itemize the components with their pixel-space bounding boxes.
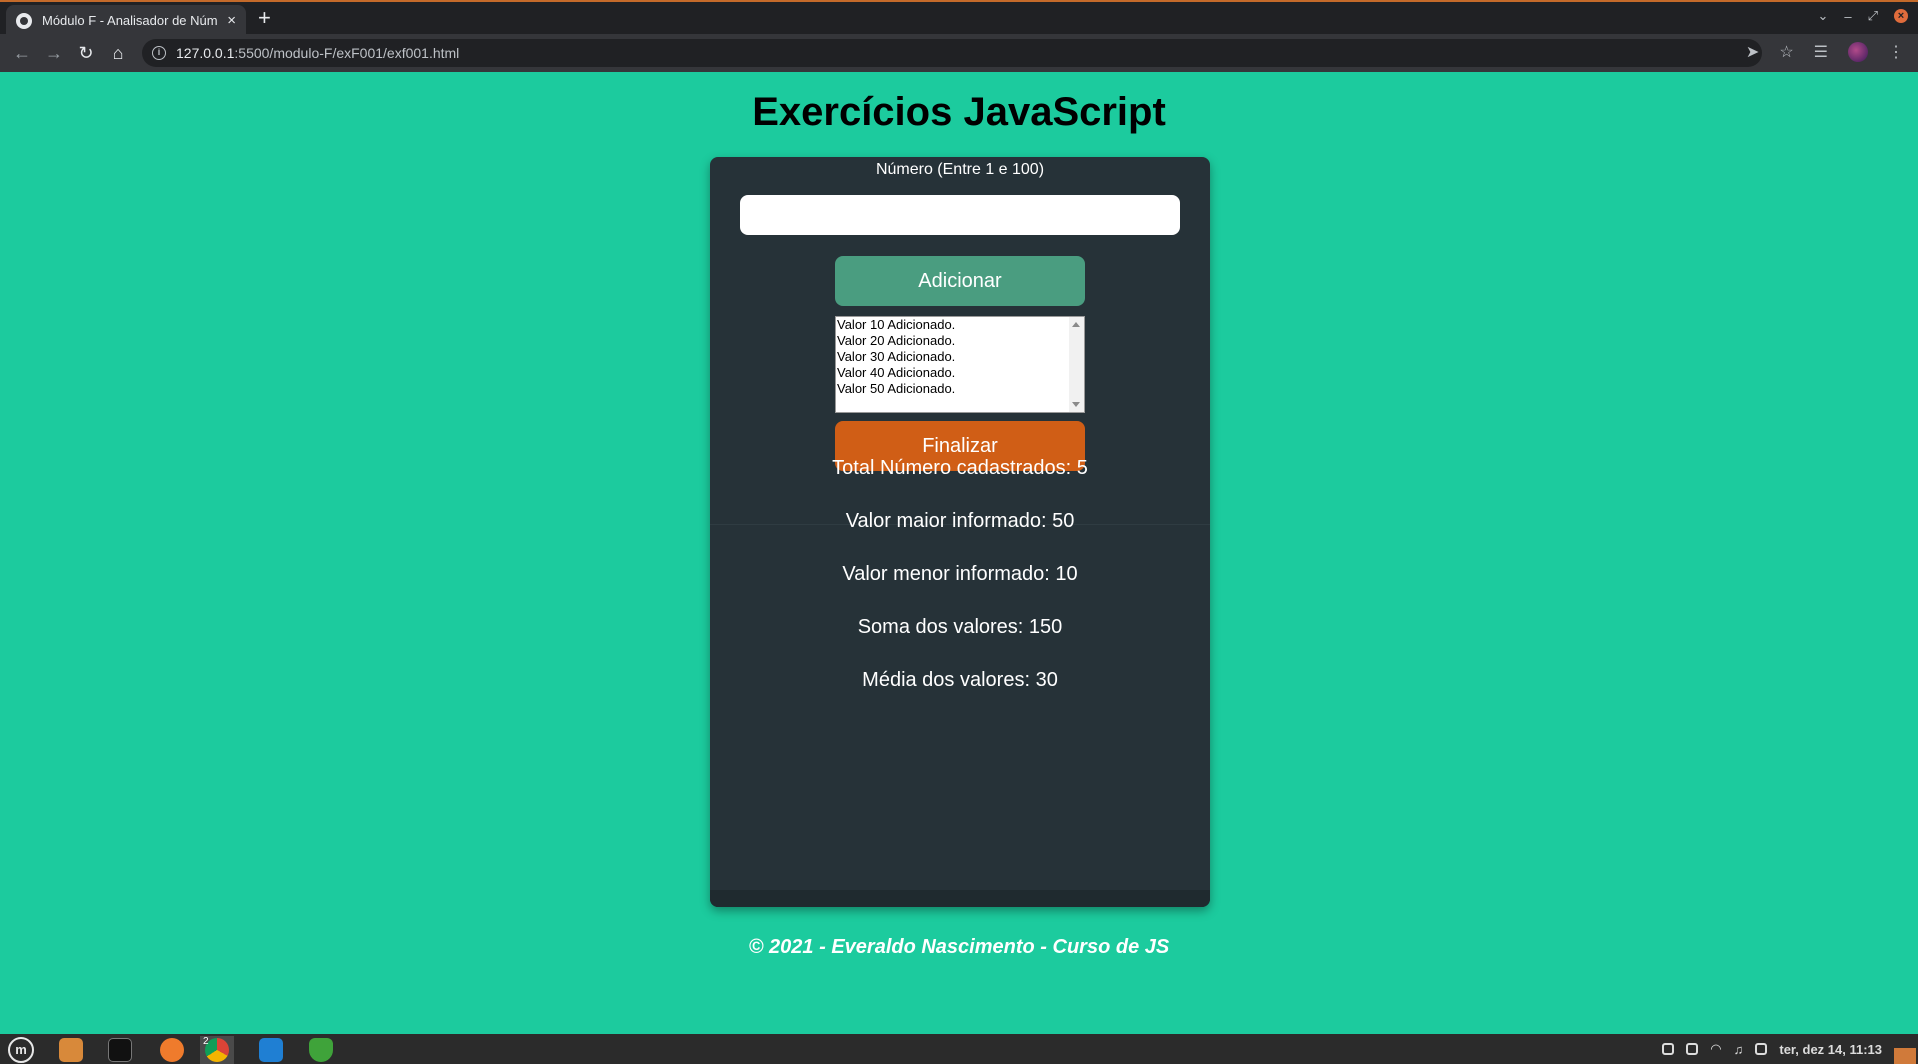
result-sum: Soma dos valores: 150 [857, 616, 1063, 638]
browser-tab-bar: Módulo F - Analisador de Núm × + ⌄ – ⤢ × [0, 0, 1918, 36]
shield-app-icon [309, 1038, 333, 1062]
more-icon[interactable]: ⋮ [1888, 42, 1904, 62]
close-tab-icon[interactable]: × [227, 12, 236, 29]
reload-icon[interactable]: ↻ [70, 43, 102, 64]
card-bottom-bar [710, 890, 1210, 907]
url-path: :5500/modulo-F/exF001/exf001.html [234, 45, 460, 61]
browser-tab[interactable]: Módulo F - Analisador de Núm × [6, 5, 246, 36]
number-input-label: Número (Entre 1 e 100) [875, 161, 1045, 178]
window-controls: ⌄ – ⤢ × [1817, 8, 1908, 24]
address-bar[interactable]: i 127.0.0.1:5500/modulo-F/exF001/exf001.… [142, 39, 1762, 67]
show-desktop-button[interactable] [1894, 1048, 1916, 1064]
list-item[interactable]: Valor 10 Adicionado. [836, 317, 1084, 333]
browser-toolbar: ← → ↻ ⌂ i 127.0.0.1:5500/modulo-F/exF001… [0, 34, 1918, 72]
shield-tray-icon[interactable] [1686, 1043, 1699, 1055]
sound-icon[interactable]: ♫ [1734, 1042, 1744, 1057]
clock[interactable]: ter, dez 14, 11:13 [1779, 1042, 1882, 1057]
tab-search-icon[interactable]: ⌄ [1817, 8, 1828, 24]
wifi-icon[interactable]: ◠ [1710, 1041, 1721, 1057]
info-icon[interactable]: i [152, 46, 166, 60]
add-button[interactable]: Adicionar [835, 256, 1085, 306]
profile-avatar[interactable] [1848, 42, 1868, 62]
result-min: Valor menor informado: 10 [842, 563, 1078, 585]
battery-icon[interactable] [1755, 1043, 1768, 1055]
firefox-icon [160, 1038, 184, 1062]
shield-app-launcher[interactable] [304, 1036, 338, 1064]
bluetooth-icon[interactable] [1662, 1043, 1675, 1055]
files-launcher[interactable] [54, 1036, 88, 1064]
result-total: Total Número cadastrados: 5 [832, 457, 1088, 479]
scroll-down-icon[interactable] [1072, 402, 1080, 407]
number-input[interactable] [740, 195, 1180, 235]
files-icon [59, 1038, 83, 1062]
menu-icon: m [8, 1037, 34, 1063]
system-tray: ◠ ♫ ter, dez 14, 11:13 [1662, 1041, 1882, 1057]
listbox-scrollbar[interactable] [1069, 317, 1084, 412]
toolbar-actions: ➤ ☆ ☰ ⋮ [1746, 42, 1904, 62]
home-icon[interactable]: ⌂ [102, 43, 134, 64]
close-window-icon[interactable]: × [1894, 9, 1908, 23]
chrome-window-count: 2 [203, 1036, 209, 1047]
list-item[interactable]: Valor 40 Adicionado. [836, 365, 1084, 381]
forward-icon[interactable]: → [38, 43, 70, 64]
page-title: Exercícios JavaScript [752, 90, 1166, 134]
chrome-launcher[interactable]: 2 [200, 1036, 234, 1064]
minimize-icon[interactable]: – [1844, 9, 1851, 24]
terminal-launcher[interactable] [103, 1036, 137, 1064]
url-host: 127.0.0.1 [176, 45, 235, 61]
menu-button[interactable]: m [4, 1036, 38, 1064]
new-tab-button[interactable]: + [258, 5, 271, 31]
maximize-icon[interactable]: ⤢ [1868, 8, 1878, 24]
list-item[interactable]: Valor 50 Adicionado. [836, 381, 1084, 397]
send-icon[interactable]: ➤ [1746, 42, 1759, 62]
footer-credit: © 2021 - Everaldo Nascimento - Curso de … [748, 936, 1170, 958]
firefox-launcher[interactable] [155, 1036, 189, 1064]
back-icon[interactable]: ← [6, 43, 38, 64]
values-listbox[interactable]: Valor 10 Adicionado. Valor 20 Adicionado… [835, 316, 1085, 413]
vscode-icon [259, 1038, 283, 1062]
list-item[interactable]: Valor 30 Adicionado. [836, 349, 1084, 365]
tab-title: Módulo F - Analisador de Núm [42, 13, 218, 28]
vscode-launcher[interactable] [254, 1036, 288, 1064]
scroll-up-icon[interactable] [1072, 322, 1080, 327]
result-max: Valor maior informado: 50 [845, 510, 1075, 532]
desktop-taskbar: m 2 ◠ ♫ ter, dez 14, 11:13 [0, 1034, 1918, 1064]
star-icon[interactable]: ☆ [1779, 42, 1793, 62]
result-average: Média dos valores: 30 [862, 669, 1058, 691]
terminal-icon [108, 1038, 132, 1062]
analyzer-card: Número (Entre 1 e 100) Adicionar Valor 1… [710, 157, 1210, 907]
reading-list-icon[interactable]: ☰ [1814, 42, 1828, 62]
globe-icon [16, 12, 32, 29]
list-item[interactable]: Valor 20 Adicionado. [836, 333, 1084, 349]
